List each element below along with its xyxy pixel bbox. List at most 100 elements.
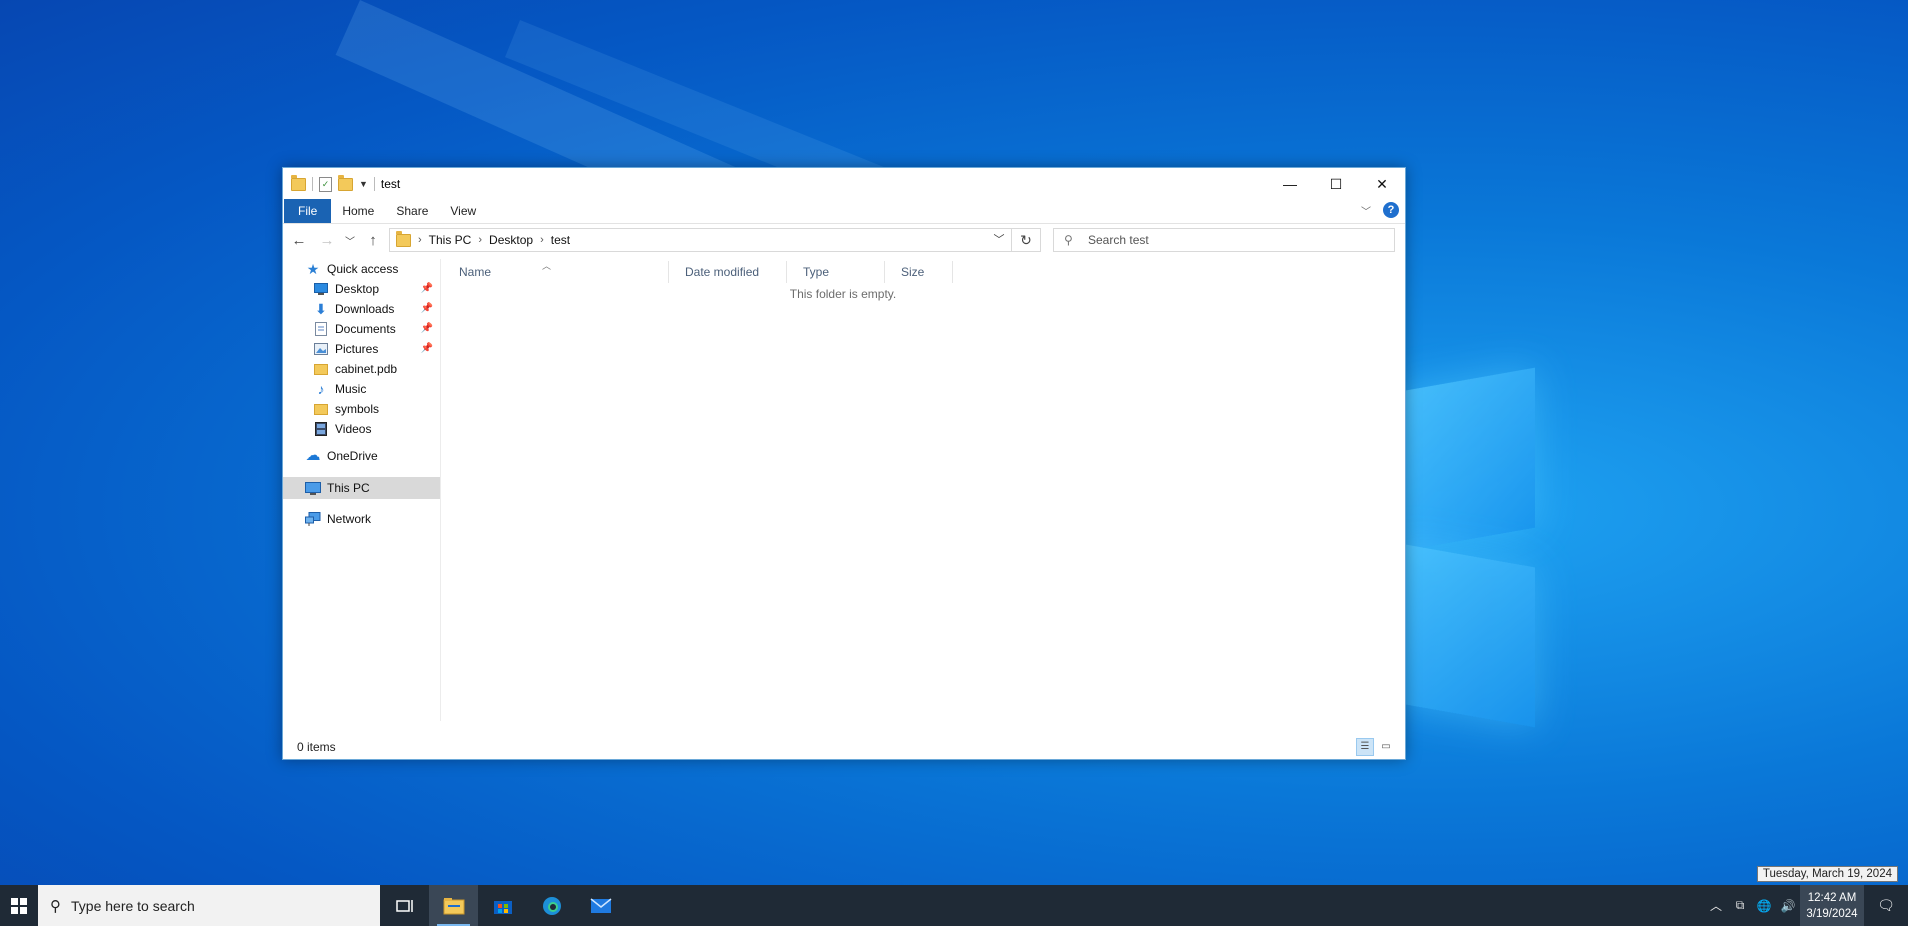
empty-folder-message: This folder is empty. <box>789 287 897 301</box>
task-view-icon <box>395 899 413 912</box>
column-header-name[interactable]: ︿ Name <box>443 261 669 283</box>
nav-onedrive[interactable]: ☁ OneDrive <box>305 446 378 466</box>
nav-label: Pictures <box>335 342 379 356</box>
address-bar[interactable]: › This PC › Desktop › test ﹀ ↻ <box>389 228 1041 252</box>
breadcrumb-test[interactable]: test <box>551 233 570 247</box>
pin-icon[interactable]: 📌 <box>421 319 433 339</box>
store-icon <box>493 900 512 914</box>
network-globe-icon[interactable]: 🌐 <box>1752 899 1776 913</box>
nav-item-downloads[interactable]: ⬇ Downloads 📌 <box>313 299 441 319</box>
tab-view[interactable]: View <box>439 199 487 223</box>
folder-icon <box>313 361 329 377</box>
folder-icon <box>313 401 329 417</box>
pin-icon[interactable]: 📌 <box>421 279 433 299</box>
documents-icon <box>313 321 329 337</box>
taskbar-search-placeholder: Type here to search <box>71 897 195 914</box>
clock-date: 3/19/2024 <box>1806 907 1858 920</box>
nav-label: This PC <box>327 481 370 495</box>
refresh-icon[interactable]: ↻ <box>1011 229 1040 251</box>
new-folder-icon[interactable] <box>338 174 353 191</box>
folder-icon <box>291 174 306 191</box>
pin-icon[interactable]: 📌 <box>421 339 433 359</box>
breadcrumb-separator-icon[interactable]: › <box>478 234 482 246</box>
navigation-row: ← → ﹀ ↑ › This PC › Desktop › test ﹀ ↻ ⚲ <box>283 223 1405 257</box>
forward-arrow-icon[interactable]: → <box>313 232 341 249</box>
task-view-button[interactable] <box>380 885 429 926</box>
nav-label: cabinet.pdb <box>335 362 398 376</box>
volume-icon[interactable]: 🔊 <box>1776 899 1800 913</box>
search-box[interactable]: ⚲ <box>1053 228 1395 252</box>
nav-item-music[interactable]: ♪ Music <box>313 379 441 399</box>
file-list[interactable]: ︿ Name Date modified Type Size This fold… <box>443 259 1405 721</box>
network-icon <box>305 511 321 527</box>
notifications-icon[interactable]: 🗨 <box>1864 897 1908 914</box>
window-title: test <box>380 177 401 191</box>
nav-label: Quick access <box>327 262 399 276</box>
maximize-button[interactable]: ☐ <box>1313 168 1359 200</box>
column-header-type[interactable]: Type <box>787 261 885 283</box>
taskbar-search-box[interactable]: ⚲ Type here to search <box>38 885 380 926</box>
tab-home[interactable]: Home <box>331 199 385 223</box>
store-taskbar-button[interactable] <box>478 885 527 926</box>
show-hidden-icons-chevron-icon[interactable]: ︿ <box>1704 897 1728 914</box>
ribbon-tabs: File Home Share View ﹀ ? <box>283 199 1405 224</box>
nav-network[interactable]: Network <box>305 509 371 529</box>
nav-this-pc[interactable]: This PC <box>283 477 440 499</box>
nav-label: Documents <box>335 322 396 336</box>
breadcrumb-separator-icon[interactable]: › <box>540 234 544 246</box>
column-label: Size <box>901 265 925 279</box>
nav-quick-access[interactable]: ★ Quick access <box>305 259 399 279</box>
sort-ascending-icon: ︿ <box>542 261 552 271</box>
meet-now-icon[interactable]: ⧉ <box>1728 898 1752 913</box>
nav-item-pictures[interactable]: Pictures 📌 <box>313 339 441 359</box>
nav-item-videos[interactable]: Videos <box>313 419 441 439</box>
column-label: Type <box>803 265 830 279</box>
system-tray: ︿ ⧉ 🌐 🔊 12:42 AM 3/19/2024 🗨 <box>1704 885 1908 926</box>
breadcrumb-this-pc[interactable]: This PC <box>429 233 472 247</box>
view-toggle: ☰ ▭ <box>1356 738 1395 756</box>
computer-icon <box>305 480 321 496</box>
mail-taskbar-button[interactable] <box>576 885 625 926</box>
column-header-size[interactable]: Size <box>885 261 953 283</box>
up-arrow-icon[interactable]: ↑ <box>359 232 387 249</box>
close-button[interactable]: ✕ <box>1359 168 1405 200</box>
customize-toolbar-chevron-icon[interactable]: ▼ <box>359 179 368 189</box>
nav-item-documents[interactable]: Documents 📌 <box>313 319 441 339</box>
nav-item-cabinet-pdb[interactable]: cabinet.pdb <box>313 359 441 379</box>
column-header-date-modified[interactable]: Date modified <box>669 261 787 283</box>
file-explorer-window: ✓ ▼ test — ☐ ✕ File Home Share View ﹀ ? … <box>282 167 1406 760</box>
nav-item-desktop[interactable]: Desktop 📌 <box>313 279 441 299</box>
details-view-icon[interactable]: ☰ <box>1356 738 1374 756</box>
search-input[interactable] <box>1086 232 1390 248</box>
address-dropdown-chevron-icon[interactable]: ﹀ <box>988 229 1010 251</box>
properties-icon[interactable]: ✓ <box>319 176 332 192</box>
tab-file[interactable]: File <box>284 199 332 223</box>
windows-logo-wallpaper <box>1395 340 1545 730</box>
nav-label: Videos <box>335 422 372 436</box>
search-icon: ⚲ <box>50 897 61 915</box>
recent-locations-chevron-icon[interactable]: ﹀ <box>341 233 359 248</box>
pictures-icon <box>313 341 329 357</box>
star-icon: ★ <box>306 261 320 277</box>
back-arrow-icon[interactable]: ← <box>285 232 313 249</box>
nav-label: Music <box>335 382 367 396</box>
pin-icon[interactable]: 📌 <box>421 299 433 319</box>
file-explorer-icon <box>443 897 464 914</box>
title-bar[interactable]: ✓ ▼ test — ☐ ✕ <box>283 168 1405 200</box>
edge-taskbar-button[interactable] <box>527 885 576 926</box>
column-label: Date modified <box>685 265 760 279</box>
clock[interactable]: 12:42 AM 3/19/2024 <box>1800 885 1864 926</box>
breadcrumb-separator-icon[interactable]: › <box>418 234 422 246</box>
file-explorer-taskbar-button[interactable] <box>429 885 478 926</box>
tab-share[interactable]: Share <box>385 199 439 223</box>
expand-ribbon-chevron-icon[interactable]: ﹀ <box>1361 203 1371 218</box>
divider <box>373 177 375 191</box>
minimize-button[interactable]: — <box>1267 168 1313 200</box>
help-icon[interactable]: ? <box>1383 202 1399 218</box>
mail-icon <box>590 897 611 913</box>
nav-item-symbols[interactable]: symbols <box>313 399 441 419</box>
navigation-pane: ★ Quick access Desktop 📌 ⬇ Downloads 📌 D… <box>283 259 441 721</box>
large-icons-view-icon[interactable]: ▭ <box>1377 738 1395 756</box>
start-button[interactable] <box>0 885 38 926</box>
breadcrumb-desktop[interactable]: Desktop <box>489 233 533 247</box>
